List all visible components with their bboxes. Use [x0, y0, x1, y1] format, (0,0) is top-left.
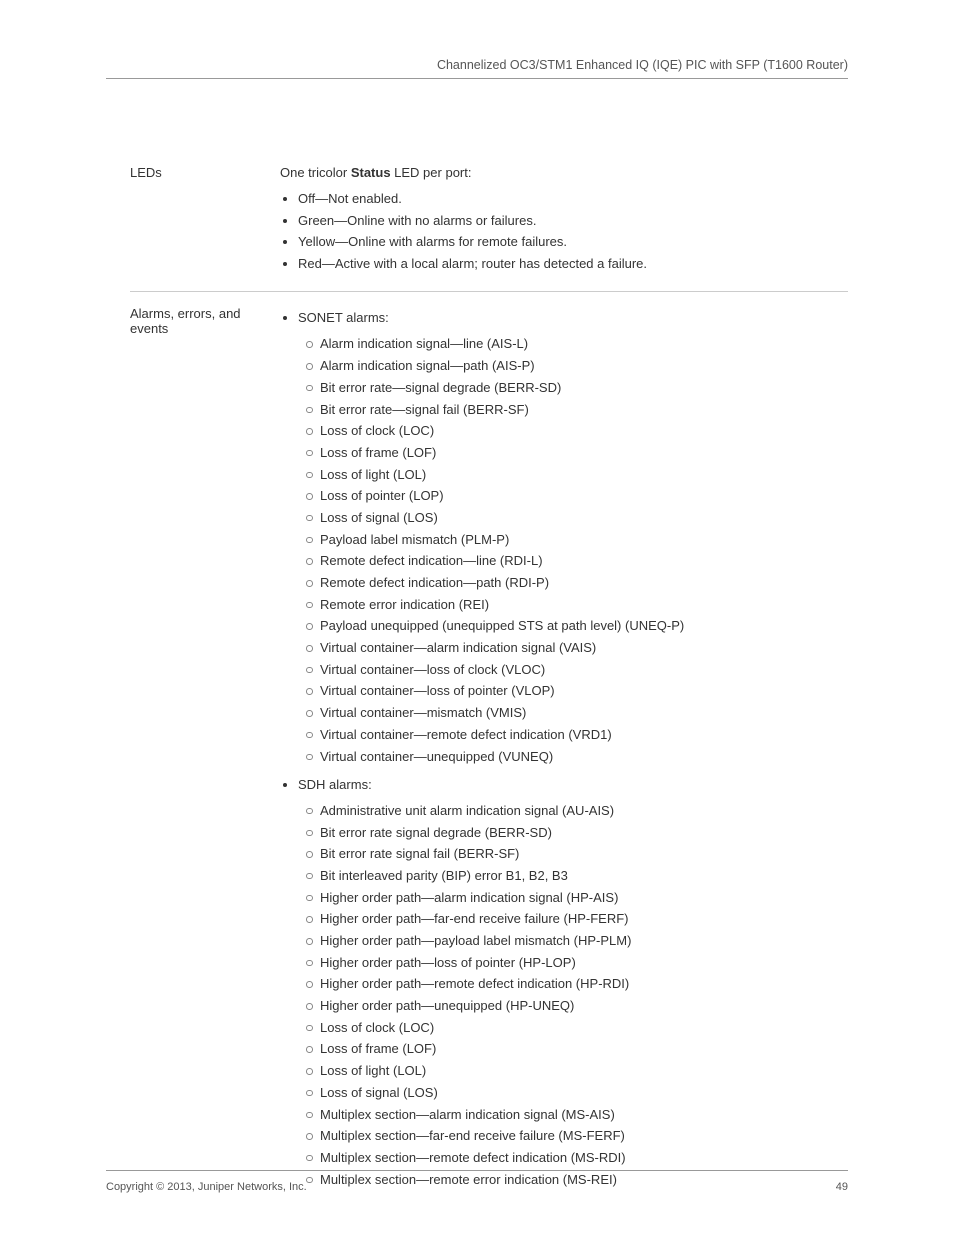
row-label: LEDs	[130, 165, 280, 180]
content-table: LEDs One tricolor Status LED per port: O…	[130, 165, 848, 1206]
table-row: LEDs One tricolor Status LED per port: O…	[130, 165, 848, 291]
list-item: Payload label mismatch (PLM-P)	[320, 531, 848, 549]
list-item: Yellow—Online with alarms for remote fai…	[298, 233, 848, 251]
list-item: Alarm indication signal—line (AIS-L)	[320, 335, 848, 353]
list-item: Loss of signal (LOS)	[320, 1084, 848, 1102]
list-item: Higher order path—loss of pointer (HP-LO…	[320, 954, 848, 972]
text-span: LED per port:	[391, 165, 472, 180]
list-item: Loss of light (LOL)	[320, 1062, 848, 1080]
intro-text: One tricolor Status LED per port:	[280, 165, 848, 180]
list-item: SDH alarms: Administrative unit alarm in…	[298, 776, 848, 1189]
list-item: Loss of signal (LOS)	[320, 509, 848, 527]
list-item: Virtual container—unequipped (VUNEQ)	[320, 748, 848, 766]
list-item: Green—Online with no alarms or failures.	[298, 212, 848, 230]
list-item: Bit error rate signal degrade (BERR-SD)	[320, 824, 848, 842]
group-title: SONET alarms:	[298, 310, 389, 325]
list-item: Loss of pointer (LOP)	[320, 487, 848, 505]
list-item: Loss of clock (LOC)	[320, 1019, 848, 1037]
running-header: Channelized OC3/STM1 Enhanced IQ (IQE) P…	[437, 58, 848, 72]
list-item: Virtual container—remote defect indicati…	[320, 726, 848, 744]
list-item: Bit error rate—signal fail (BERR-SF)	[320, 401, 848, 419]
list-item: Multiplex section—remote defect indicati…	[320, 1149, 848, 1167]
copyright-text: Copyright © 2013, Juniper Networks, Inc.	[106, 1181, 307, 1193]
bullet-list: SONET alarms: Alarm indication signal—li…	[280, 309, 848, 1189]
list-item: Loss of frame (LOF)	[320, 1040, 848, 1058]
list-item: Higher order path—alarm indication signa…	[320, 889, 848, 907]
text-bold: Status	[351, 165, 391, 180]
row-value: SONET alarms: Alarm indication signal—li…	[280, 306, 848, 1193]
list-item: Remote error indication (REI)	[320, 596, 848, 614]
list-item: Virtual container—loss of clock (VLOC)	[320, 661, 848, 679]
header-divider	[106, 78, 848, 79]
list-item: Virtual container—alarm indication signa…	[320, 639, 848, 657]
list-item: Loss of clock (LOC)	[320, 422, 848, 440]
list-item: Remote defect indication—path (RDI-P)	[320, 574, 848, 592]
list-item: Loss of light (LOL)	[320, 466, 848, 484]
sub-list: Alarm indication signal—line (AIS-L) Ala…	[298, 335, 848, 765]
row-value: One tricolor Status LED per port: Off—No…	[280, 165, 848, 277]
list-item: Virtual container—mismatch (VMIS)	[320, 704, 848, 722]
footer-divider	[106, 1170, 848, 1171]
list-item: Remote defect indication—line (RDI-L)	[320, 552, 848, 570]
list-item: Multiplex section—alarm indication signa…	[320, 1106, 848, 1124]
list-item: Red—Active with a local alarm; router ha…	[298, 255, 848, 273]
list-item: Bit error rate—signal degrade (BERR-SD)	[320, 379, 848, 397]
list-item: Higher order path—payload label mismatch…	[320, 932, 848, 950]
list-item: Bit error rate signal fail (BERR-SF)	[320, 845, 848, 863]
table-row: Alarms, errors, and events SONET alarms:…	[130, 291, 848, 1207]
list-item: Higher order path—far-end receive failur…	[320, 910, 848, 928]
list-item: Off—Not enabled.	[298, 190, 848, 208]
list-item: Bit interleaved parity (BIP) error B1, B…	[320, 867, 848, 885]
list-item: Alarm indication signal—path (AIS-P)	[320, 357, 848, 375]
list-item: SONET alarms: Alarm indication signal—li…	[298, 309, 848, 765]
row-label: Alarms, errors, and events	[130, 306, 280, 336]
text-span: One tricolor	[280, 165, 351, 180]
list-item: Higher order path—remote defect indicati…	[320, 975, 848, 993]
page-footer: Copyright © 2013, Juniper Networks, Inc.…	[106, 1181, 848, 1193]
sub-list: Administrative unit alarm indication sig…	[298, 802, 848, 1189]
list-item: Multiplex section—far-end receive failur…	[320, 1127, 848, 1145]
group-title: SDH alarms:	[298, 777, 372, 792]
list-item: Loss of frame (LOF)	[320, 444, 848, 462]
page-number: 49	[836, 1181, 848, 1193]
list-item: Payload unequipped (unequipped STS at pa…	[320, 617, 848, 635]
bullet-list: Off—Not enabled. Green—Online with no al…	[280, 190, 848, 273]
list-item: Virtual container—loss of pointer (VLOP)	[320, 682, 848, 700]
list-item: Administrative unit alarm indication sig…	[320, 802, 848, 820]
list-item: Higher order path—unequipped (HP-UNEQ)	[320, 997, 848, 1015]
